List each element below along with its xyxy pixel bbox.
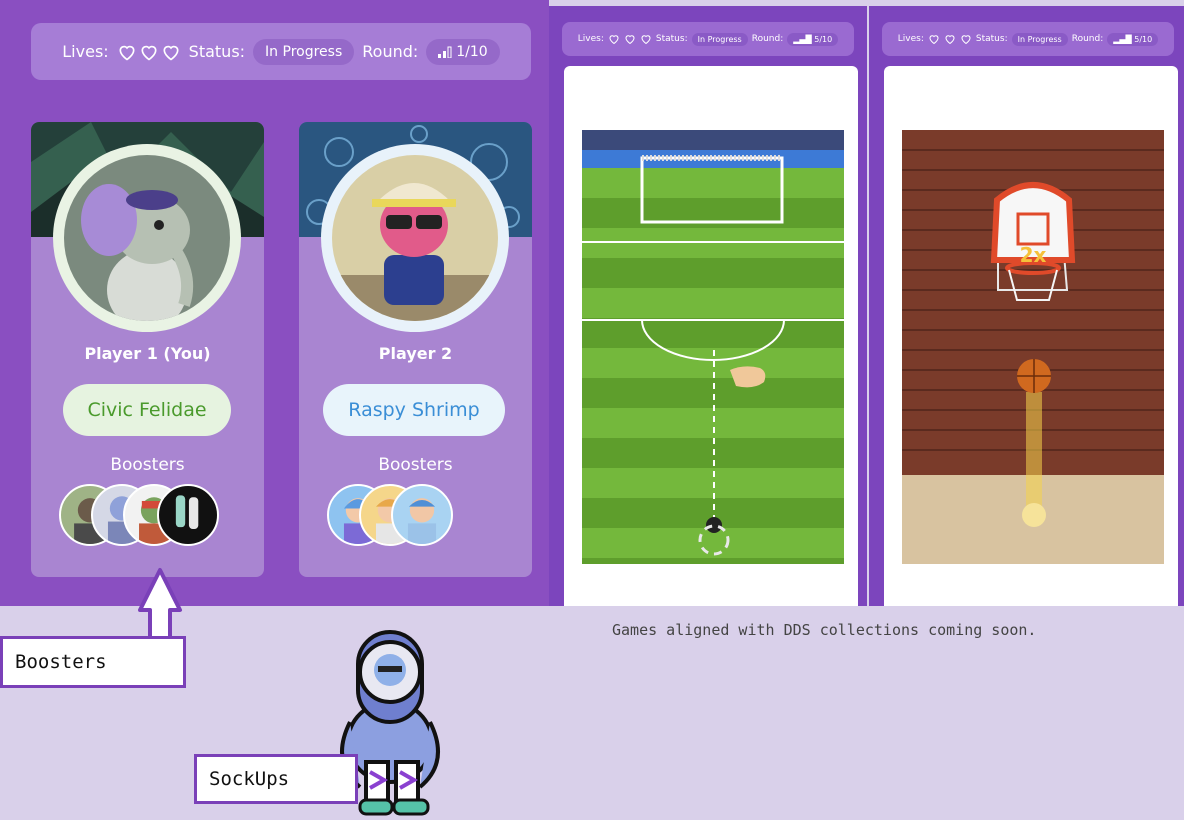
round-badge: ▂▄█ 5/10 [787,32,839,46]
booster-list [327,484,467,548]
game-frame: 2x [884,66,1178,606]
round-value: 5/10 [1134,34,1153,44]
heart-icon [929,35,939,45]
game-frame [564,66,858,606]
nft-name-badge[interactable]: Raspy Shrimp [323,384,505,436]
heart-icon [163,45,179,61]
boosters-label: Boosters [378,455,453,475]
lives-label: Lives: [577,34,604,44]
basketball-game-canvas[interactable]: 2x [902,130,1164,564]
status-badge: In Progress [1011,32,1068,46]
signal-bars-icon: ▂▄█ [793,34,815,44]
heart-icon [625,35,635,45]
lives-label: Lives: [897,34,924,44]
lives-hearts [117,42,181,62]
player-2-avatar [321,144,509,332]
booster-list [59,484,229,548]
mini-status-bar: Lives: Status: In Progress Round: ▂▄█ 5/… [562,22,854,56]
status-label: Status: [188,42,246,61]
nft-name-badge[interactable]: Civic Felidae [63,384,231,436]
player-card-2: Player 2 Raspy Shrimp Boosters [299,122,532,577]
phone-screen-soccer: Lives: Status: In Progress Round: ▂▄█ 5/… [549,6,867,606]
phone-screen-basketball: Lives: Status: In Progress Round: ▂▄█ 5/… [869,6,1184,606]
signal-bars-icon: ▂▄█ [1113,34,1135,44]
round-label: Round: [1071,34,1104,44]
booster-avatar[interactable] [157,484,219,546]
character-avatar-image [332,155,498,321]
round-badge: 1/10 [426,38,500,65]
mini-status-bar: Lives: Status: In Progress Round: ▂▄█ 5/… [882,22,1174,56]
boosters-label: Boosters [110,455,185,475]
booster-avatar[interactable] [391,484,453,546]
elephant-avatar-image [64,155,230,321]
heart-icon [945,35,955,45]
status-label: Status: [975,34,1008,44]
heart-icon [961,35,971,45]
soccer-game-canvas[interactable] [582,130,844,564]
player-1-avatar [53,144,241,332]
heart-icon [119,45,135,61]
status-badge: In Progress [691,32,748,46]
multiplier-label: 2x [1020,243,1047,267]
round-value: 5/10 [814,34,833,44]
signal-bars-icon [438,46,452,58]
status-badge: In Progress [253,38,355,65]
coming-soon-caption: Games aligned with DDS collections comin… [612,621,1037,639]
player-name: Player 2 [378,344,453,363]
round-value: 1/10 [456,43,488,60]
round-badge: ▂▄█ 5/10 [1107,32,1159,46]
heart-icon [141,45,157,61]
sockups-callout: SockUps [194,754,358,804]
lives-label: Lives: [62,42,109,61]
player-name: Player 1 (You) [84,344,211,363]
status-bar: Lives: Status: In Progress Round: 1/10 [31,23,531,80]
boosters-callout: Boosters [0,636,186,688]
status-label: Status: [655,34,688,44]
heart-icon [609,35,619,45]
heart-icon [641,35,651,45]
round-label: Round: [751,34,784,44]
player-card-1: Player 1 (You) Civic Felidae Boosters [31,122,264,577]
round-label: Round: [362,42,419,61]
match-panel: Lives: Status: In Progress Round: 1/10 P… [0,0,549,606]
